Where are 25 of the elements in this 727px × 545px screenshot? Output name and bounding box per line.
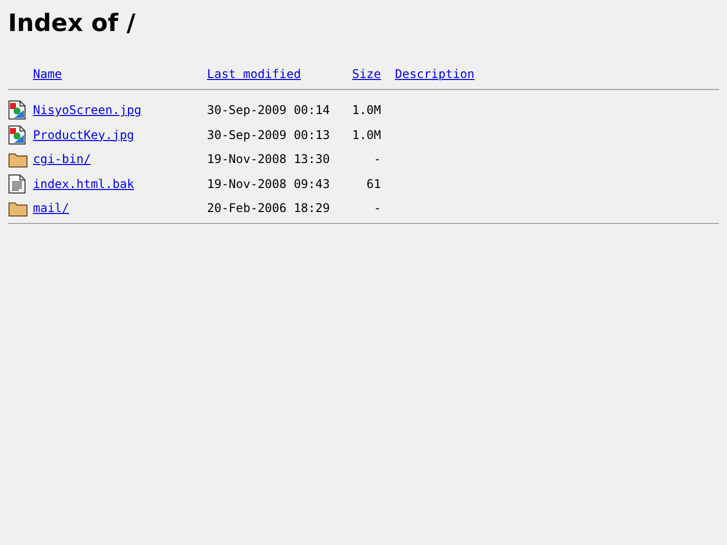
name-column-link[interactable]: Name: [33, 65, 62, 83]
file-size: 61: [366, 176, 381, 193]
file-size: -: [374, 200, 381, 218]
last-modified-column-link[interactable]: Last modified: [207, 65, 301, 83]
size-column-link[interactable]: Size: [352, 65, 381, 83]
file-link[interactable]: NisyoScreen.jpg: [33, 101, 142, 120]
file-size: -: [374, 151, 381, 168]
folder-icon: [8, 150, 28, 168]
file-link[interactable]: mail/: [33, 199, 70, 218]
text-file-icon: [8, 174, 26, 194]
description-column-link[interactable]: Description: [395, 65, 474, 83]
file-link[interactable]: index.html.bak: [33, 174, 134, 193]
image-file-icon: [8, 124, 26, 145]
modified-date: 30-Sep-2009 00:14: [207, 102, 330, 120]
file-size: 1.0M: [352, 126, 381, 144]
file-size: 1.0M: [352, 102, 381, 120]
image-file-icon: [8, 100, 26, 120]
file-link[interactable]: ProductKey.jpg: [33, 126, 134, 144]
modified-date: 20-Feb-2006 18:29: [207, 200, 330, 218]
page-title: Index of /: [8, 9, 136, 37]
modified-date: 30-Sep-2009 00:13: [207, 126, 330, 144]
folder-icon: [8, 200, 28, 217]
modified-date: 19-Nov-2008 09:43: [207, 176, 330, 193]
modified-date: 19-Nov-2008 13:30: [207, 151, 330, 168]
file-link[interactable]: cgi-bin/: [33, 150, 91, 168]
